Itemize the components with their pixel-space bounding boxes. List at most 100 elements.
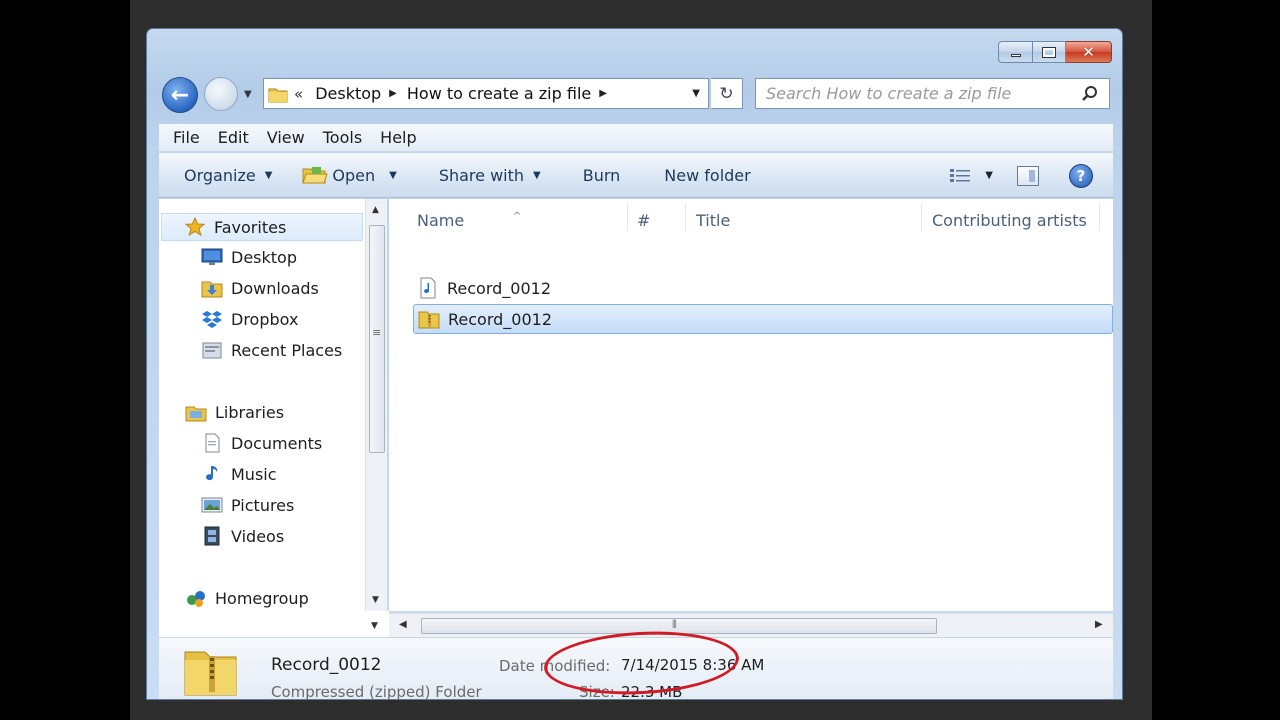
caption-buttons: ✕ (998, 41, 1112, 63)
nav-libraries-label: Libraries (215, 402, 285, 422)
nav-pane-footer (159, 611, 389, 637)
refresh-button[interactable]: ↻ (711, 78, 743, 109)
chevron-down-icon: ▼ (389, 169, 397, 181)
scroll-down-icon[interactable]: ▼ (372, 595, 379, 605)
menu-file[interactable]: File (173, 128, 200, 147)
search-box[interactable] (755, 78, 1110, 109)
new-folder-button[interactable]: New folder (664, 166, 750, 185)
videos-icon (201, 526, 223, 546)
forward-button[interactable] (204, 77, 238, 111)
breadcrumb-desktop[interactable]: Desktop (315, 84, 381, 103)
nav-documents-label: Documents (231, 433, 323, 453)
details-view-icon (950, 168, 971, 182)
menu-tools[interactable]: Tools (323, 128, 362, 147)
file-row-selected[interactable]: Record_0012 (413, 304, 1113, 334)
refresh-icon: ↻ (719, 83, 734, 104)
search-icon[interactable] (1081, 85, 1099, 103)
explorer-window: ✕ ← ▼ « Desktop ▶ How to create a zip fi… (146, 28, 1123, 701)
chevron-down-icon: ▼ (264, 169, 273, 181)
pictures-icon (201, 495, 223, 515)
letterbox-left (0, 0, 130, 720)
breadcrumb-arrow-icon[interactable]: ▶ (389, 88, 397, 99)
share-with-label: Share with (438, 165, 525, 185)
menu-help[interactable]: Help (380, 128, 416, 147)
music-note-icon (201, 464, 223, 484)
file-row[interactable]: Record_0012 (413, 273, 1113, 303)
nav-videos-label: Videos (231, 526, 285, 546)
nav-scroll-down-icon[interactable]: ▼ (371, 621, 378, 631)
nav-favorites-label: Favorites (214, 217, 287, 237)
column-contributing-artists[interactable]: Contributing artists (932, 211, 1087, 230)
column-title[interactable]: Title (696, 211, 730, 230)
close-icon: ✕ (1082, 42, 1095, 61)
open-button[interactable]: Open ▼ (302, 165, 397, 185)
column-number[interactable]: # (637, 211, 650, 230)
scroll-left-icon[interactable]: ◀ (399, 619, 407, 630)
file-list-horizontal-scrollbar[interactable]: ◀ ▶ (389, 613, 1113, 637)
address-bar[interactable]: « Desktop ▶ How to create a zip file ▶ ▼ (263, 78, 709, 109)
burn-label: Burn (582, 165, 621, 185)
menu-view[interactable]: View (267, 128, 305, 147)
file-list: ^ Name # Title Contributing artists Reco… (389, 199, 1113, 611)
sort-ascending-icon: ^ (513, 211, 522, 222)
details-file-type: Compressed (zipped) Folder (271, 683, 482, 701)
change-view-button[interactable]: ▼ (949, 168, 993, 184)
column-divider[interactable] (627, 203, 628, 231)
nav-dropbox[interactable]: Dropbox (201, 309, 298, 329)
menu-bar: File Edit View Tools Help (159, 124, 1113, 152)
preview-pane-button[interactable] (1017, 165, 1039, 186)
address-dropdown-icon[interactable]: ▼ (692, 88, 700, 99)
recent-places-icon (201, 340, 223, 360)
nav-documents[interactable]: Documents (201, 433, 322, 453)
nav-dropbox-label: Dropbox (231, 309, 299, 329)
letterbox-right (1152, 0, 1280, 720)
close-button[interactable]: ✕ (1066, 41, 1112, 63)
nav-music-label: Music (231, 464, 277, 484)
navigation-pane: Favorites Desktop Downloads Dropbox Rece… (159, 199, 377, 611)
folder-icon (268, 88, 288, 102)
breadcrumb-current-folder[interactable]: How to create a zip file (407, 84, 591, 103)
help-button[interactable]: ? (1069, 163, 1093, 188)
address-overflow[interactable]: « (294, 85, 303, 103)
nav-libraries[interactable]: Libraries (185, 402, 284, 422)
homegroup-icon (185, 588, 207, 608)
organize-button[interactable]: Organize ▼ (184, 166, 272, 185)
file-name: Record_0012 (447, 278, 551, 298)
scroll-right-icon[interactable]: ▶ (1095, 619, 1103, 630)
search-input[interactable] (766, 84, 1076, 103)
burn-button[interactable]: Burn (583, 166, 621, 185)
nav-videos[interactable]: Videos (201, 526, 284, 546)
view-controls: ▼ ? (949, 153, 1113, 198)
back-button[interactable]: ← (162, 77, 198, 113)
documents-icon (201, 433, 223, 453)
nav-pictures[interactable]: Pictures (201, 495, 294, 515)
nav-downloads[interactable]: Downloads (201, 278, 319, 298)
nav-pictures-label: Pictures (231, 495, 295, 515)
column-name[interactable]: Name (417, 211, 464, 230)
help-icon: ? (1076, 166, 1086, 185)
column-divider[interactable] (921, 203, 922, 231)
nav-favorites[interactable]: Favorites (161, 213, 363, 241)
column-divider[interactable] (1099, 203, 1100, 231)
column-headers: ^ Name # Title Contributing artists (389, 199, 1113, 237)
chevron-down-icon: ▼ (533, 169, 541, 181)
maximize-button[interactable] (1033, 41, 1066, 63)
audio-file-icon (417, 277, 439, 299)
breadcrumb-arrow-icon[interactable]: ▶ (599, 88, 607, 99)
minimize-icon (1010, 53, 1021, 57)
nav-homegroup[interactable]: Homegroup (185, 588, 309, 608)
menu-edit[interactable]: Edit (218, 128, 249, 147)
nav-desktop[interactable]: Desktop (201, 247, 297, 267)
downloads-folder-icon (201, 278, 223, 298)
scroll-thumb[interactable] (369, 225, 385, 453)
nav-music[interactable]: Music (201, 464, 277, 484)
recent-pages-dropdown[interactable]: ▼ (244, 89, 252, 100)
nav-pane-scrollbar[interactable]: ▲ ▼ (365, 199, 387, 611)
nav-recent-places[interactable]: Recent Places (201, 340, 342, 360)
scroll-up-icon[interactable]: ▲ (372, 205, 379, 215)
minimize-button[interactable] (998, 41, 1033, 63)
zip-folder-icon (418, 308, 440, 330)
column-divider[interactable] (685, 203, 686, 231)
organize-label: Organize (184, 165, 256, 185)
share-with-button[interactable]: Share with ▼ (439, 166, 541, 185)
